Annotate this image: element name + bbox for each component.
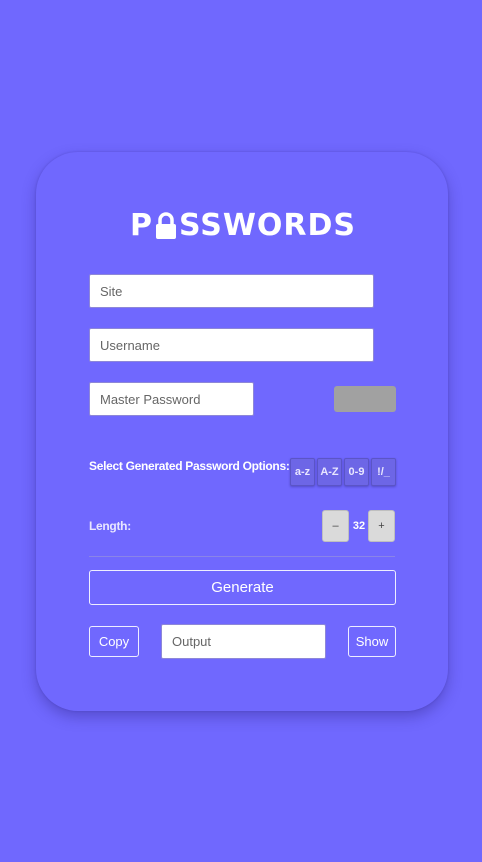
logo-wordmark: P SSWORDS bbox=[130, 210, 356, 242]
password-card: P SSWORDS Site Username Master Password … bbox=[36, 152, 448, 711]
username-input[interactable]: Username bbox=[89, 328, 374, 362]
option-digits-toggle[interactable]: 0-9 bbox=[344, 458, 369, 486]
master-password-indicator-button[interactable] bbox=[334, 386, 396, 412]
generate-button[interactable]: Generate bbox=[89, 570, 396, 605]
logo-letters-rest: SSWORDS bbox=[178, 208, 357, 243]
site-input[interactable]: Site bbox=[89, 274, 374, 308]
option-uppercase-toggle[interactable]: A-Z bbox=[317, 458, 342, 486]
show-button[interactable]: Show bbox=[348, 626, 396, 657]
site-placeholder: Site bbox=[100, 283, 123, 299]
copy-button[interactable]: Copy bbox=[89, 626, 139, 657]
master-password-placeholder: Master Password bbox=[100, 391, 201, 407]
length-label: Length: bbox=[89, 519, 131, 533]
length-increment-button[interactable]: + bbox=[368, 510, 395, 542]
output-field[interactable]: Output bbox=[161, 624, 326, 659]
username-placeholder: Username bbox=[100, 337, 160, 353]
output-placeholder: Output bbox=[172, 634, 212, 649]
lock-icon bbox=[154, 212, 178, 240]
logo-letter-p: P bbox=[129, 208, 153, 243]
master-password-input[interactable]: Master Password bbox=[89, 382, 254, 416]
length-decrement-button[interactable]: – bbox=[322, 510, 349, 542]
divider bbox=[89, 556, 395, 557]
options-label: Select Generated Password Options: bbox=[89, 459, 290, 473]
option-symbols-toggle[interactable]: !/_ bbox=[371, 458, 396, 486]
app-logo: P SSWORDS bbox=[130, 210, 356, 242]
option-lowercase-toggle[interactable]: a-z bbox=[290, 458, 315, 486]
length-value: 32 bbox=[352, 520, 366, 532]
